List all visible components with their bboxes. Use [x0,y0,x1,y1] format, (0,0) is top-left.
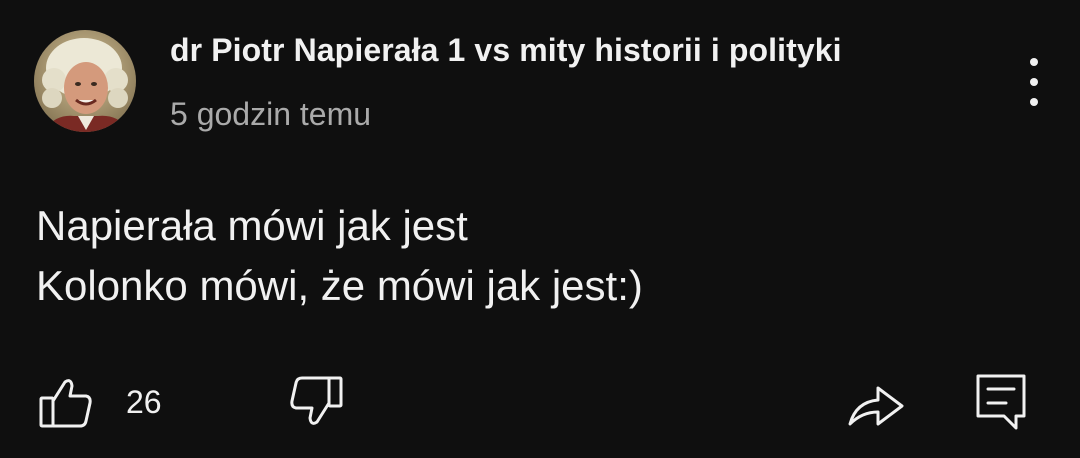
menu-dot [1030,98,1038,106]
dislike-button[interactable] [288,374,344,430]
reply-button[interactable] [974,372,1028,432]
share-arrow-icon [848,386,904,426]
avatar-image [34,30,136,132]
avatar[interactable] [34,30,136,132]
author-name[interactable]: dr Piotr Napierała 1 vs mity historii i … [170,32,842,69]
thumbs-up-icon [39,379,92,428]
comment-actions: 26 [0,370,1080,440]
comment-text: Napierała mówi jak jest Kolonko mówi, że… [36,196,1016,316]
comment-text-line: Napierała mówi jak jest [36,202,468,249]
comment-timestamp: 5 godzin temu [170,96,372,132]
comment-card: dr Piotr Napierała 1 vs mity historii i … [0,0,1080,458]
like-count: 26 [126,383,162,420]
more-vertical-icon[interactable] [1014,54,1054,110]
comment-reply-icon [976,374,1026,430]
menu-dot [1030,78,1038,86]
thumbs-down-icon [290,376,343,425]
share-button[interactable] [846,376,906,432]
menu-dot [1030,58,1038,66]
comment-text-line: Kolonko mówi, że mówi jak jest:) [36,262,643,309]
like-button[interactable]: 26 [38,374,162,430]
